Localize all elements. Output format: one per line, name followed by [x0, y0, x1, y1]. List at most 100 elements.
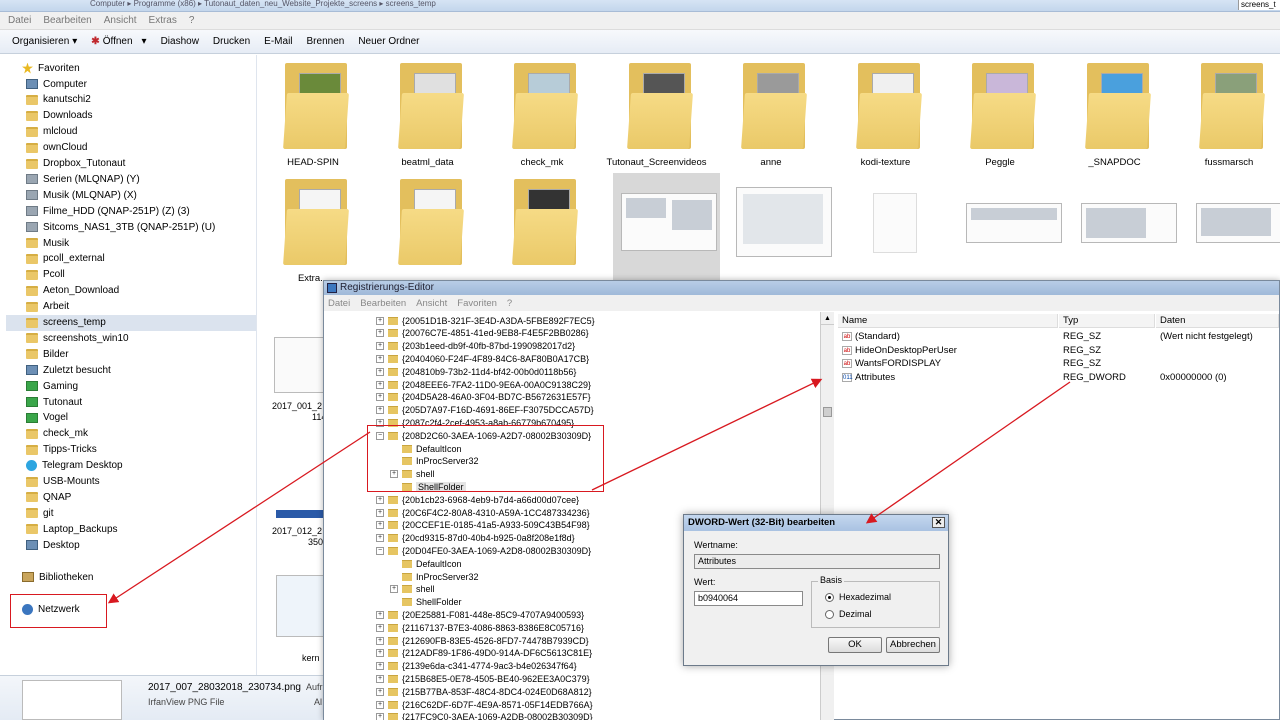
value-row[interactable]: ab WantsFORDISPLAY — [842, 357, 941, 370]
menu-datei[interactable]: Datei — [8, 15, 31, 26]
registry-key[interactable]: + {20b1cb23-6968-4eb9-b7d4-a66d00d07cee} — [376, 493, 579, 506]
registry-key[interactable]: + {2048EEE6-7FA2-11D0-9E6A-00A0C9138C29} — [376, 378, 591, 391]
folder-tile[interactable]: _SNAPDOC — [1060, 57, 1170, 173]
expand-icon[interactable]: + — [376, 610, 384, 619]
nav-item[interactable]: Musik — [26, 235, 69, 251]
nav-item[interactable]: pcoll_external — [26, 251, 105, 267]
nav-item[interactable]: Filme_HDD (QNAP-251P) (Z) (3) — [26, 203, 190, 219]
file-tile[interactable] — [487, 173, 597, 289]
registry-key[interactable]: + {20076C7E-4851-41ed-9EB8-F4E5F2BB0286} — [376, 327, 589, 340]
nav-item[interactable]: Serien (MLQNAP) (Y) — [26, 171, 140, 187]
image-tile[interactable] — [1073, 173, 1183, 289]
expand-icon[interactable]: + — [376, 687, 384, 696]
folder-tile[interactable]: fussmarsch — [1174, 57, 1280, 173]
image-tile[interactable] — [1188, 173, 1280, 289]
registry-key[interactable]: + {212690FB-83E5-4526-8FD7-74478B7939CD} — [376, 634, 589, 647]
slideshow-button[interactable]: Diashow — [161, 36, 199, 47]
nav-item[interactable]: Tipps-Tricks — [26, 442, 97, 458]
registry-key[interactable]: + {20404060-F24F-4F89-84C6-8AF80B0A17CB} — [376, 352, 589, 365]
registry-key[interactable]: + {20CCEF1E-0185-41a5-A933-509C43B54F98} — [376, 519, 590, 532]
nav-item[interactable]: Pcoll — [26, 267, 65, 283]
nav-item[interactable]: USB-Mounts — [26, 474, 100, 490]
column-data[interactable]: Daten — [1156, 314, 1279, 328]
reg-menu-ansicht[interactable]: Ansicht — [416, 298, 447, 309]
file-tile[interactable]: Extra... — [258, 173, 368, 289]
registry-key[interactable]: + {2139e6da-c341-4774-9ac3-b4e026347f64} — [376, 660, 577, 673]
expand-icon[interactable]: + — [376, 623, 384, 632]
nav-item[interactable]: ownCloud — [26, 140, 87, 156]
nav-item[interactable]: Computer — [26, 76, 87, 92]
print-button[interactable]: Drucken — [213, 36, 250, 47]
expand-icon[interactable]: + — [376, 393, 384, 402]
expand-icon[interactable]: + — [376, 508, 384, 517]
libraries-item[interactable]: Bibliotheken — [22, 569, 93, 585]
registry-key[interactable]: + {212ADF89-1F86-49D0-914A-DF6C5613C81E} — [376, 647, 592, 660]
file-tile[interactable] — [373, 173, 483, 289]
regedit-titlebar[interactable]: Registrierungs-Editor — [324, 281, 1279, 295]
nav-item[interactable]: Laptop_Backups — [26, 521, 118, 537]
value-row[interactable]: ab HideOnDesktopPerUser — [842, 344, 957, 357]
expand-icon[interactable]: + — [376, 406, 384, 415]
value-row[interactable]: 011 Attributes — [842, 371, 895, 384]
nav-item[interactable]: Zuletzt besucht — [26, 362, 111, 378]
column-type[interactable]: Typ — [1059, 314, 1155, 328]
nav-item[interactable]: Dropbox_Tutonaut — [26, 156, 125, 172]
reg-menu-datei[interactable]: Datei — [328, 298, 350, 309]
registry-subkey[interactable]: +DefaultIcon — [390, 557, 462, 570]
registry-key[interactable]: − {20D04FE0-3AEA-1069-A2D8-08002B30309D} — [376, 544, 591, 557]
folder-tile[interactable]: kodi-texture — [831, 57, 941, 173]
image-tile-selected[interactable] — [613, 173, 720, 289]
folder-tile[interactable]: anne — [716, 57, 826, 173]
menu-extras[interactable]: Extras — [149, 15, 177, 26]
image-tile[interactable] — [843, 173, 953, 289]
folder-tile[interactable]: check_mk — [487, 57, 597, 173]
expand-icon[interactable]: + — [376, 636, 384, 645]
nav-item[interactable]: check_mk — [26, 426, 88, 442]
menu-bearbeiten[interactable]: Bearbeiten — [43, 15, 91, 26]
nav-item[interactable]: Aeton_Download — [26, 283, 119, 299]
email-button[interactable]: E-Mail — [264, 36, 292, 47]
nav-item[interactable]: Sitcoms_NAS1_3TB (QNAP-251P) (U) — [26, 219, 215, 235]
expand-icon[interactable]: + — [376, 521, 384, 530]
registry-key[interactable]: + {20E25881-F081-448e-85C9-4707A9400593} — [376, 608, 584, 621]
cancel-button[interactable]: Abbrechen — [886, 637, 940, 653]
open-button[interactable]: ✱ Öffnen ▾ — [91, 36, 146, 47]
value-data-input[interactable]: b0940064 — [694, 591, 803, 606]
expand-icon[interactable]: + — [376, 534, 384, 543]
expand-icon[interactable]: + — [376, 342, 384, 351]
nav-item[interactable]: Musik (MLQNAP) (X) — [26, 187, 137, 203]
favorites-header[interactable]: Favoriten — [22, 60, 80, 76]
expand-icon[interactable]: + — [376, 700, 384, 709]
expand-icon[interactable]: + — [376, 316, 384, 325]
folder-tile[interactable]: HEAD-SPIN — [258, 57, 368, 173]
dec-radio[interactable]: Dezimal — [825, 609, 872, 619]
scroll-up-arrow[interactable]: ▲ — [821, 312, 834, 325]
registry-key[interactable]: + {21167137-B7E3-4086-8863-8386E8C05716} — [376, 621, 584, 634]
nav-item[interactable]: git — [26, 505, 54, 521]
hex-radio[interactable]: Hexadezimal — [825, 592, 891, 602]
nav-item[interactable]: kanutschi2 — [26, 92, 91, 108]
new-folder-button[interactable]: Neuer Ordner — [358, 36, 419, 47]
collapse-icon[interactable]: − — [376, 546, 384, 555]
nav-item[interactable]: Telegram Desktop — [26, 458, 123, 474]
expand-icon[interactable]: + — [376, 674, 384, 683]
value-row[interactable]: ab (Standard) — [842, 330, 900, 343]
registry-key[interactable]: + {20051D1B-321F-3E4D-A3DA-5FBE892F7EC5} — [376, 314, 595, 327]
menu-help[interactable]: ? — [189, 15, 195, 26]
registry-key[interactable]: + {205D7A97-F16D-4691-86EF-F3075DCCA57D} — [376, 404, 594, 417]
reg-menu-help[interactable]: ? — [507, 298, 512, 309]
reg-menu-favoriten[interactable]: Favoriten — [457, 298, 497, 309]
search-input[interactable]: screens_t — [1238, 0, 1280, 10]
nav-item[interactable]: QNAP — [26, 489, 71, 505]
expand-icon[interactable]: + — [376, 662, 384, 671]
registry-key[interactable]: + {215B77BA-853F-48C4-8DC4-024E0D68A812} — [376, 685, 592, 698]
dialog-titlebar[interactable]: DWORD-Wert (32-Bit) bearbeiten ✕ — [684, 515, 948, 531]
image-tile[interactable] — [958, 173, 1068, 289]
nav-item[interactable]: mlcloud — [26, 124, 77, 140]
nav-item[interactable]: Vogel — [26, 410, 68, 426]
nav-item[interactable]: Downloads — [26, 108, 92, 124]
registry-key[interactable]: + {216C62DF-6D7F-4E9A-8571-05F14EDB766A} — [376, 698, 593, 711]
registry-key[interactable]: + {20C6F4C2-80A8-4310-A59A-1CC487334236} — [376, 506, 590, 519]
expand-icon[interactable]: + — [376, 354, 384, 363]
registry-key[interactable]: + {217FC9C0-3AEA-1069-A2DB-08002B30309D} — [376, 711, 593, 720]
